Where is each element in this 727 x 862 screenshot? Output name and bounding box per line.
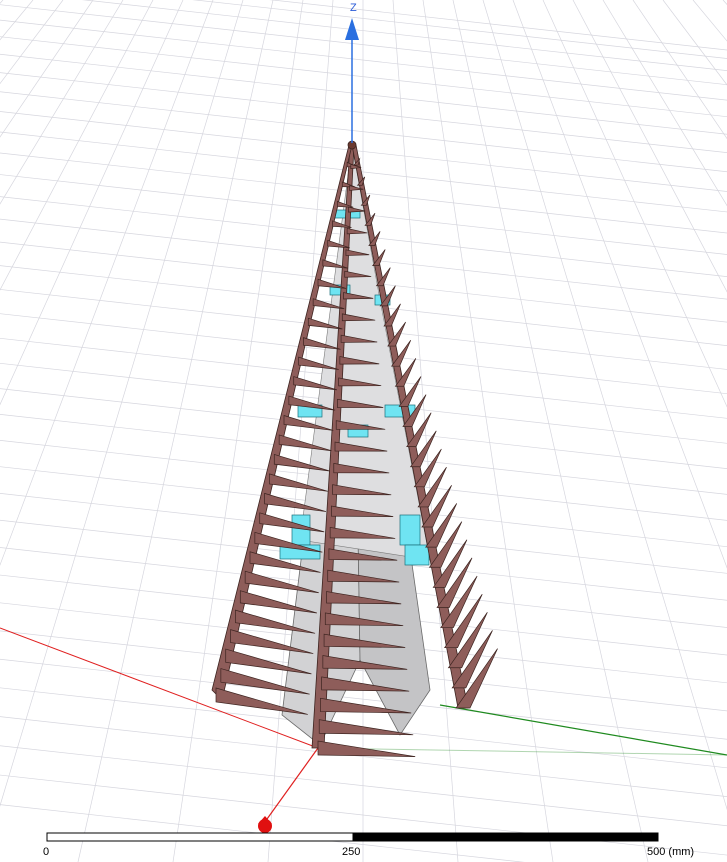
feed-pad [399,514,421,546]
grid-line [512,0,727,569]
grid-line [0,53,727,135]
grid-line [0,0,184,406]
ruler-tick-label: 500 (mm) [647,846,695,858]
grid-line [722,0,727,5]
grid-line [542,0,727,408]
grid-line [0,36,727,118]
ruler-white-segment [46,832,354,842]
grid-line [0,0,64,85]
ruler-black-segment [352,832,659,842]
grid-line [0,91,727,173]
grid-line [0,0,94,138]
ruler-tick-label: 0 [43,846,50,858]
ruler-tick-label: 250 [342,846,361,858]
grid-line [0,0,244,807]
grid-line [452,0,649,862]
scale-ruler [46,832,659,842]
dipole-element [317,740,416,757]
feed-pad [384,404,416,418]
grid-line [0,745,727,827]
grid-line [0,4,727,86]
grid-line [692,0,727,42]
grid-line [77,0,274,862]
y-axis-pos-line [439,704,727,756]
grid-line [192,0,727,59]
3d-viewport[interactable]: Z 0 250 500 (mm) [0,0,727,862]
scene-canvas[interactable] [0,0,727,862]
origin-marker-icon [258,816,272,833]
z-axis [345,18,359,143]
grid-line [662,0,727,86]
antenna-model[interactable] [211,140,498,757]
z-axis-label: Z [350,2,357,14]
grid-line [0,0,4,4]
grid-line [422,0,554,862]
grid-line [0,0,214,566]
grid-line [0,0,154,291]
grid-line [482,0,727,811]
feed-pad [404,544,430,566]
grid-line [0,19,727,101]
x-axis-pos-line [261,747,319,827]
grid-line [0,0,124,205]
grid-line [0,774,727,856]
